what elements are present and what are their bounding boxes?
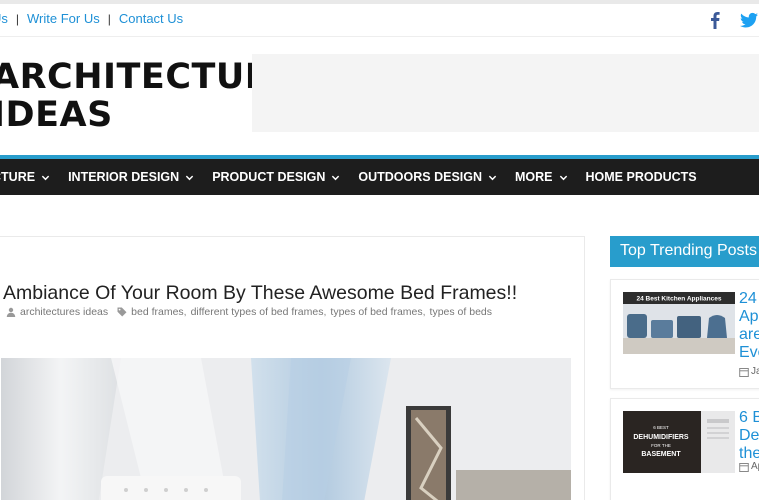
tag-link[interactable]: types of beds — [430, 306, 492, 318]
twitter-icon[interactable] — [739, 10, 759, 30]
tag-icon — [117, 307, 127, 317]
tag-link[interactable]: different types of bed frames — [191, 306, 324, 318]
calendar-icon — [739, 462, 749, 472]
nav-item-label: PRODUCT DESIGN — [212, 170, 326, 184]
nav-item-label: HOME PRODUCTS — [585, 170, 697, 184]
chevron-down-icon — [41, 175, 50, 180]
nav-item-architecture[interactable]: CTURE — [0, 170, 59, 184]
nav-item-interior-design[interactable]: INTERIOR DESIGN — [59, 170, 203, 184]
separator: | — [15, 11, 20, 26]
chevron-down-icon — [559, 175, 567, 180]
facebook-icon[interactable] — [705, 10, 725, 30]
header-ad-placeholder — [252, 54, 759, 132]
post-date: Ja — [739, 366, 759, 377]
calendar-icon — [739, 367, 749, 377]
kitchen-appliances-image: 24 Best Kitchen Appliances — [623, 292, 735, 354]
bedroom-image — [1, 358, 571, 500]
nav-item-home-products[interactable]: HOME PRODUCTS — [577, 170, 706, 184]
nav-item-label: OUTDOORS DESIGN — [358, 170, 483, 184]
thumb-caption-line: BASEMENT — [641, 451, 681, 458]
article-meta: architectures ideas bed frames, differen… — [6, 306, 492, 318]
sidebar-widget-title: Top Trending Posts — [610, 236, 759, 267]
dehumidifiers-image: 6 BEST DEHUMIDIFIERS FOR THE BASEMENT — [623, 411, 735, 473]
chevron-down-icon — [332, 175, 340, 180]
trending-post-card[interactable]: 6 BEST DEHUMIDIFIERS FOR THE BASEMENT 6 … — [610, 398, 759, 500]
chevron-down-icon — [186, 175, 194, 180]
separator: | — [107, 11, 111, 26]
nav-item-label: INTERIOR DESIGN — [68, 170, 180, 184]
nav-item-product-design[interactable]: PRODUCT DESIGN — [203, 170, 349, 184]
article-card: Ambiance Of Your Room By These Awesome B… — [0, 236, 585, 500]
thumb-caption: 24 Best Kitchen Appliances — [636, 296, 721, 303]
nav-item-outdoors-design[interactable]: OUTDOORS DESIGN — [349, 170, 506, 184]
nav-item-label: MORE — [515, 170, 553, 184]
chevron-down-icon — [488, 175, 497, 180]
nav-item-label: CTURE — [0, 170, 36, 184]
post-title[interactable]: 6 B De the — [739, 409, 759, 463]
contact-us-link[interactable]: Contact Us — [119, 11, 183, 26]
about-us-link[interactable]: Us — [0, 11, 8, 26]
post-thumbnail[interactable]: 24 Best Kitchen Appliances — [623, 292, 735, 354]
trending-post-card[interactable]: 24 Best Kitchen Appliances 24 App are Ev… — [610, 279, 759, 389]
post-date: Ap — [739, 461, 759, 472]
thumb-caption-line: DEHUMIDIFIERS — [633, 434, 689, 441]
nav-item-more[interactable]: MORE — [506, 170, 577, 184]
tag-link[interactable]: types of bed frames — [330, 306, 422, 318]
nav-items: CTURE INTERIOR DESIGN PRODUCT DESIGN OUT… — [0, 159, 706, 195]
tag-link[interactable]: bed frames — [131, 306, 184, 318]
post-title[interactable]: 24 App are Eve — [739, 290, 759, 362]
article-featured-image[interactable] — [1, 358, 571, 500]
article-title[interactable]: Ambiance Of Your Room By These Awesome B… — [3, 282, 517, 305]
site-header: ARCHITECTURE IDEAS — [0, 38, 759, 154]
thumb-caption-line: FOR THE — [651, 443, 671, 448]
thumb-caption-line: 6 BEST — [653, 425, 669, 430]
top-links: Us | Write For Us | Contact Us — [0, 11, 183, 26]
write-for-us-link[interactable]: Write For Us — [27, 11, 100, 26]
author-link[interactable]: architectures ideas — [20, 306, 108, 318]
top-bar: Us | Write For Us | Contact Us — [0, 4, 759, 37]
main-navigation: CTURE INTERIOR DESIGN PRODUCT DESIGN OUT… — [0, 155, 759, 195]
post-thumbnail[interactable]: 6 BEST DEHUMIDIFIERS FOR THE BASEMENT — [623, 411, 735, 473]
social-links — [705, 10, 759, 30]
user-icon — [6, 307, 16, 317]
